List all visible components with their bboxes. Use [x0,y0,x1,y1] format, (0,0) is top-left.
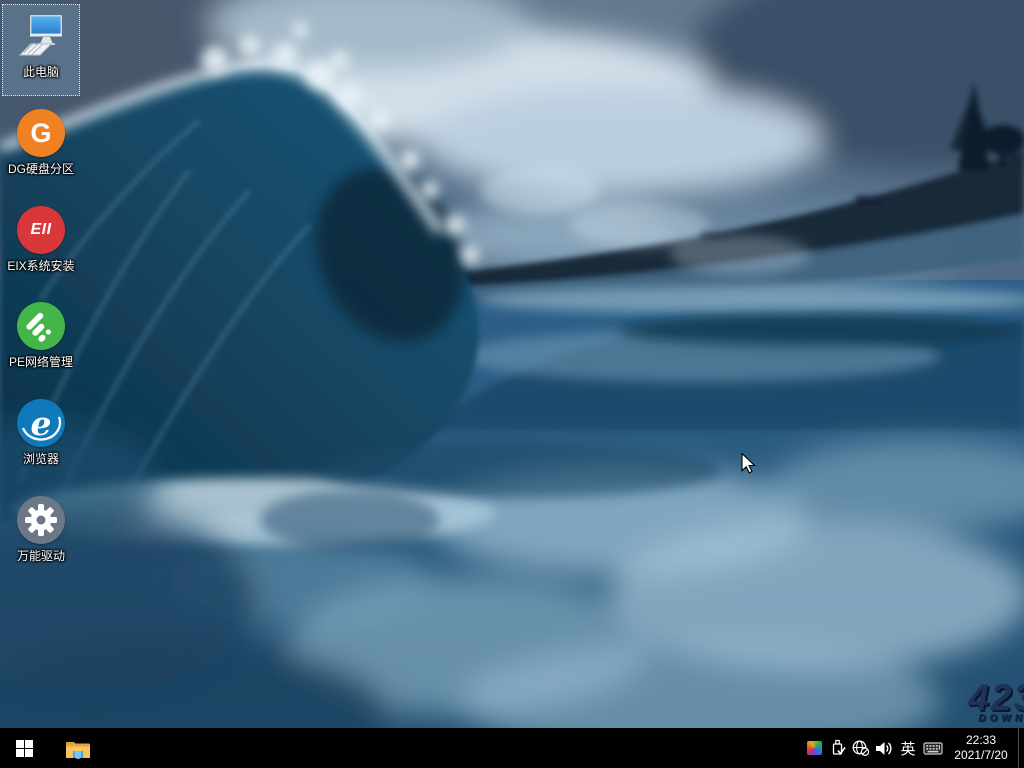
usb-safe-remove-icon[interactable] [826,728,849,768]
start-button[interactable] [0,728,48,768]
wallpaper-ocean-wave[interactable] [0,0,1024,768]
eix-installer-icon: EII [17,206,65,254]
eix-letters: EII [30,221,52,238]
network-manager-icon [17,302,65,350]
clock[interactable]: 22:33 2021/7/20 [944,728,1018,768]
taskbar: 英 22:33 2021/7/20 [0,728,1024,768]
display-color-icon[interactable] [803,728,826,768]
desktop-icon-label: 此电脑 [22,65,59,79]
desktop-icon-label: EIX系统安装 [7,259,75,273]
gear-icon [17,496,65,544]
diskgenius-icon: G [17,109,65,157]
desktop-icon-label: 浏览器 [22,452,59,466]
clock-time: 22:33 [965,733,997,747]
desktop-icon-browser[interactable]: e 浏览器 [2,391,80,483]
desktop-icon-eix-install[interactable]: EII EIX系统安装 [2,198,80,290]
show-desktop-button[interactable] [1018,728,1024,768]
this-pc-icon [17,12,65,60]
desktop-icon-this-pc[interactable]: 此电脑 [2,4,80,96]
desktop: 此电脑 G DG硬盘分区 EII EIX系统安装 PE网络管理 e 浏览器 万能… [0,0,1024,768]
ime-language-indicator[interactable]: 英 [895,728,921,768]
desktop-icon-dg-partition[interactable]: G DG硬盘分区 [2,101,80,193]
windows-logo-icon [15,739,33,757]
browser-letter: e [30,403,52,443]
diskgenius-letter: G [30,117,52,148]
file-explorer-button[interactable] [56,728,100,768]
touch-keyboard-icon[interactable] [921,728,944,768]
system-tray: 英 22:33 2021/7/20 [803,728,1024,768]
volume-icon[interactable] [872,728,895,768]
desktop-icon-label: DG硬盘分区 [7,162,74,176]
desktop-icon-label: 万能驱动 [16,549,65,563]
folder-icon [66,741,90,759]
browser-e-icon: e [17,399,65,447]
desktop-icon-pe-network[interactable]: PE网络管理 [2,294,80,386]
clock-date: 2021/7/20 [954,748,1008,762]
network-disconnected-icon[interactable] [849,728,872,768]
desktop-icon-label: PE网络管理 [8,355,73,369]
desktop-icon-universal-driver[interactable]: 万能驱动 [2,488,80,580]
